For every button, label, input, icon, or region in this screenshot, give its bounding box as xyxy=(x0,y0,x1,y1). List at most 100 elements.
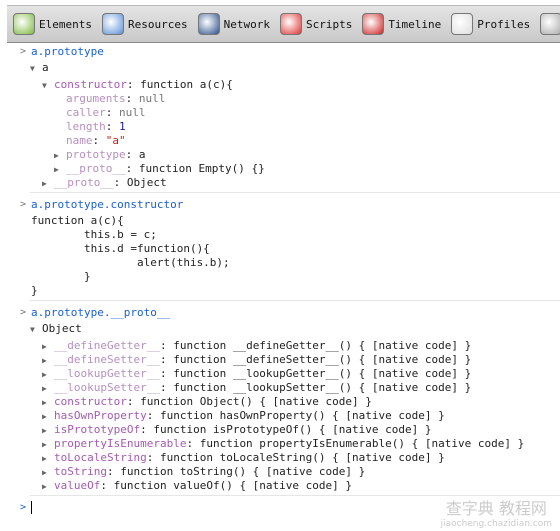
property-separator: : xyxy=(159,381,174,394)
property-value: a xyxy=(42,61,49,74)
property-key: name xyxy=(66,134,93,147)
tab-label: Scripts xyxy=(305,17,353,31)
property-key: caller xyxy=(66,106,106,119)
watermark-sub: jiaocheng.chazidian.com xyxy=(440,519,552,529)
console-command: a.prototype.__proto__ xyxy=(31,306,171,319)
collapsed-triangle-icon[interactable]: ▶ xyxy=(42,480,54,494)
network-icon xyxy=(197,13,220,35)
object-property-row[interactable]: ▼ constructor: function a(c){ xyxy=(42,78,233,93)
property-value: function isPrototypeOf() { [native code]… xyxy=(153,423,432,436)
property-separator: : xyxy=(146,409,160,422)
object-property-row[interactable]: ▶ __proto__: function Empty() {} xyxy=(54,162,265,177)
object-property-row: arguments: null xyxy=(66,92,165,106)
property-key: constructor xyxy=(54,395,127,408)
object-property-row[interactable]: ▶ __lookupGetter__: function __lookupGett… xyxy=(42,367,471,382)
property-value: "a" xyxy=(105,134,126,147)
tab-label: Elements xyxy=(39,17,92,31)
expanded-triangle-icon[interactable]: ▼ xyxy=(30,62,42,76)
object-property-row[interactable]: ▼ a xyxy=(30,61,49,76)
tab-a[interactable]: A xyxy=(540,13,560,35)
property-separator: : xyxy=(159,339,174,352)
expanded-triangle-icon[interactable]: ▼ xyxy=(42,79,54,93)
collapsed-triangle-icon[interactable]: ▶ xyxy=(54,163,66,177)
audits-icon xyxy=(540,13,560,35)
object-property-row: caller: null xyxy=(66,106,146,120)
prompt-icon: > xyxy=(20,307,27,318)
property-separator: : xyxy=(126,395,141,408)
console-command: a.prototype.constructor xyxy=(31,198,184,211)
scripts-icon xyxy=(279,13,302,35)
input-prompt-icon: > xyxy=(20,502,27,513)
collapsed-triangle-icon[interactable]: ▶ xyxy=(42,466,54,480)
tab-elements[interactable]: Elements xyxy=(13,13,92,35)
object-property-row[interactable]: ▶ toLocaleString: function toLocaleString… xyxy=(42,451,445,466)
collapsed-triangle-icon[interactable]: ▶ xyxy=(42,340,54,354)
object-property-row[interactable]: ▼ Object xyxy=(30,322,82,337)
property-key: __lookupGetter__ xyxy=(54,367,160,380)
property-separator: : xyxy=(105,106,119,119)
tab-label: Resources xyxy=(127,17,188,31)
object-property-row[interactable]: ▶ valueOf: function valueOf() { [native c… xyxy=(42,479,352,494)
collapsed-triangle-icon[interactable]: ▶ xyxy=(42,382,54,396)
tab-label: Profiles xyxy=(477,17,531,31)
collapsed-triangle-icon[interactable]: ▶ xyxy=(42,354,54,368)
property-key: toLocaleString xyxy=(54,451,147,464)
tab-scripts[interactable]: Scripts xyxy=(279,13,353,35)
collapsed-triangle-icon[interactable]: ▶ xyxy=(42,177,54,191)
collapsed-triangle-icon[interactable]: ▶ xyxy=(42,424,54,438)
collapsed-triangle-icon[interactable]: ▶ xyxy=(42,396,54,410)
property-key: __lookupSetter__ xyxy=(54,381,160,394)
timeline-icon xyxy=(362,13,385,35)
resources-icon xyxy=(101,13,124,35)
tab-timeline[interactable]: Timeline xyxy=(362,13,441,35)
property-value: function toLocaleString() { [native code… xyxy=(159,451,445,464)
object-property-row[interactable]: ▶ __defineGetter__: function __defineGett… xyxy=(42,339,471,354)
code-line: this.d =function(){ xyxy=(31,242,210,255)
object-property-row[interactable]: ▶ __proto__: Object xyxy=(42,176,167,191)
prompt-icon: > xyxy=(20,199,27,210)
property-value: null xyxy=(138,92,166,105)
property-key: propertyIsEnumerable xyxy=(54,437,187,450)
property-value: 1 xyxy=(119,120,126,133)
property-separator: : xyxy=(186,437,200,450)
property-separator: : xyxy=(159,353,174,366)
tab-label: Timeline xyxy=(388,17,442,31)
object-property-row[interactable]: ▶ toString: function toString() { [native… xyxy=(42,465,365,480)
property-separator: : xyxy=(146,451,160,464)
object-property-row[interactable]: ▶ prototype: a xyxy=(54,148,145,163)
console-input-cursor[interactable] xyxy=(31,501,32,514)
object-property-row[interactable]: ▶ constructor: function Object() { [nativ… xyxy=(42,395,372,410)
object-property-row[interactable]: ▶ hasOwnProperty: function hasOwnProperty… xyxy=(42,409,445,424)
property-separator: : xyxy=(105,120,119,133)
tab-profiles[interactable]: Profiles xyxy=(451,13,530,35)
console-command: a.prototype xyxy=(31,45,104,58)
object-property-row[interactable]: ▶ isPrototypeOf: function isPrototypeOf()… xyxy=(42,423,432,438)
object-property-row[interactable]: ▶ __lookupSetter__: function __lookupSett… xyxy=(42,381,471,396)
collapsed-triangle-icon[interactable]: ▶ xyxy=(42,368,54,382)
collapsed-triangle-icon[interactable]: ▶ xyxy=(54,149,66,163)
tab-resources[interactable]: Resources xyxy=(101,13,188,35)
property-separator: : xyxy=(126,78,141,91)
object-property-row[interactable]: ▶ propertyIsEnumerable: function property… xyxy=(42,437,524,452)
property-value: function a(c){ xyxy=(140,78,233,91)
object-property-row[interactable]: ▶ __defineSetter__: function __defineSett… xyxy=(42,353,471,368)
property-value: function propertyIsEnumerable() { [nativ… xyxy=(199,437,525,450)
property-key: constructor xyxy=(54,78,127,91)
watermark-text: 查字典 教程网 xyxy=(445,499,547,518)
property-key: toString xyxy=(54,465,107,478)
property-key: __proto__ xyxy=(54,176,114,189)
property-separator: : xyxy=(159,367,174,380)
property-key: length xyxy=(66,120,106,133)
collapsed-triangle-icon[interactable]: ▶ xyxy=(42,438,54,452)
entry-divider xyxy=(30,192,560,193)
collapsed-triangle-icon[interactable]: ▶ xyxy=(42,410,54,424)
property-value: function __defineGetter__() { [native co… xyxy=(173,339,472,352)
property-value: function toString() { [native code] } xyxy=(120,465,366,478)
expanded-triangle-icon[interactable]: ▼ xyxy=(30,323,42,337)
property-separator: : xyxy=(100,479,114,492)
property-separator: : xyxy=(106,465,121,478)
tab-network[interactable]: Network xyxy=(197,13,270,35)
property-separator: : xyxy=(125,162,139,175)
property-key: __proto__ xyxy=(66,162,126,175)
collapsed-triangle-icon[interactable]: ▶ xyxy=(42,452,54,466)
